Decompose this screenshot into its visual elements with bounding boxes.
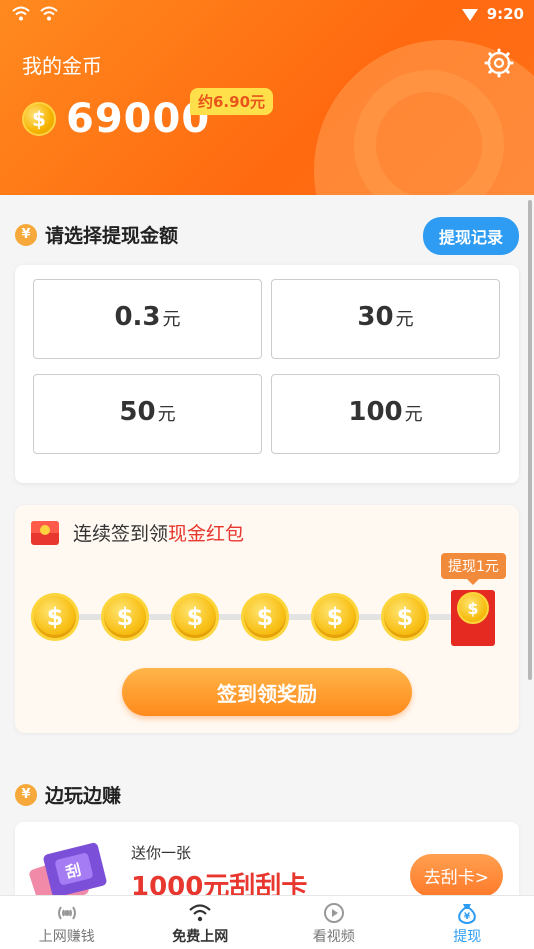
nav-label: 免费上网: [172, 929, 229, 945]
go-scratch-button[interactable]: 去刮卡>: [409, 854, 503, 897]
radar-icon: [57, 906, 76, 920]
wifi-signal-icon: [40, 6, 58, 21]
play-section-header: ¥ 边玩边赚: [15, 781, 121, 808]
signin-title: 连续签到领 现金红包: [31, 519, 244, 546]
amount-unit: 元: [157, 404, 176, 425]
wifi-icon: [189, 904, 211, 922]
wifi-signal-icon: [12, 6, 30, 21]
nav-label: 看视频: [312, 929, 355, 945]
scrollbar[interactable]: [528, 200, 532, 680]
nav-label: 上网赚钱: [38, 929, 95, 945]
red-envelope-icon: [31, 520, 59, 545]
red-packet-icon: $: [451, 590, 495, 646]
play-icon: [323, 903, 344, 923]
signin-title-text: 连续签到领: [73, 523, 169, 545]
money-bag-icon: ¥: [458, 904, 477, 924]
day-coin: $: [381, 593, 429, 641]
amount-unit: 元: [404, 404, 423, 425]
money-bag-icon: ¥: [15, 223, 37, 246]
yuan-coin-icon: ¥: [15, 783, 37, 806]
network-signal-icon: [461, 9, 478, 21]
amount-unit: 元: [162, 309, 181, 330]
gift-text: 送你一张: [131, 844, 192, 862]
coin-balance: $ 69000: [22, 96, 210, 142]
day-coin: $: [171, 593, 219, 641]
amount-value: 50: [119, 397, 156, 427]
day-coin: $: [241, 593, 289, 641]
signin-title-highlight: 现金红包: [168, 523, 245, 545]
amount-unit: 元: [395, 309, 414, 330]
nav-item-earn[interactable]: 上网赚钱: [0, 896, 134, 949]
approx-value-badge: 约6.90元: [190, 88, 274, 115]
nav-item-video[interactable]: 看视频: [267, 896, 401, 949]
gear-icon[interactable]: [484, 48, 514, 78]
red-packet-coin: $: [457, 592, 489, 624]
nav-label: 提现: [453, 929, 482, 945]
day-coin: $: [311, 593, 359, 641]
status-time: 9:20: [486, 5, 524, 23]
coin-icon: $: [22, 102, 56, 136]
signin-card: 连续签到领 现金红包 $ $ $ $ $ $ $ 提现1元 签到领奖励: [15, 505, 519, 733]
page-title: 我的金币: [22, 54, 102, 78]
nav-item-withdraw[interactable]: ¥ 提现: [401, 896, 534, 949]
status-bar: 9:20: [0, 0, 534, 30]
amount-option[interactable]: 30 元: [271, 279, 500, 359]
header: 9:20 我的金币 $ 69000 约6.90元: [0, 0, 534, 195]
nav-item-free-wifi[interactable]: 免费上网: [134, 896, 268, 949]
day-coin: $: [31, 593, 79, 641]
coin-amount: 69000: [66, 96, 211, 142]
amount-card: 0.3 元 30 元 50 元 100 元: [15, 265, 519, 483]
reward-tag: 提现1元: [441, 553, 506, 585]
amount-option[interactable]: 50 元: [33, 374, 262, 454]
amount-value: 30: [357, 302, 394, 332]
amount-value: 100: [348, 397, 403, 427]
amount-value: 0.3: [114, 302, 161, 332]
withdraw-section-title: 请选择提现金额: [45, 225, 179, 247]
play-section-title: 边玩边赚: [45, 785, 122, 807]
amount-option[interactable]: 100 元: [271, 374, 500, 454]
day-coin: $: [101, 593, 149, 641]
bottom-nav: 上网赚钱 免费上网 看视频 ¥ 提现: [0, 895, 534, 949]
signin-button[interactable]: 签到领奖励: [122, 668, 412, 716]
withdraw-section-header: ¥ 请选择提现金额: [15, 221, 178, 248]
withdraw-record-button[interactable]: 提现记录: [422, 217, 519, 255]
amount-option[interactable]: 0.3 元: [33, 279, 262, 359]
svg-text:¥: ¥: [464, 912, 471, 922]
